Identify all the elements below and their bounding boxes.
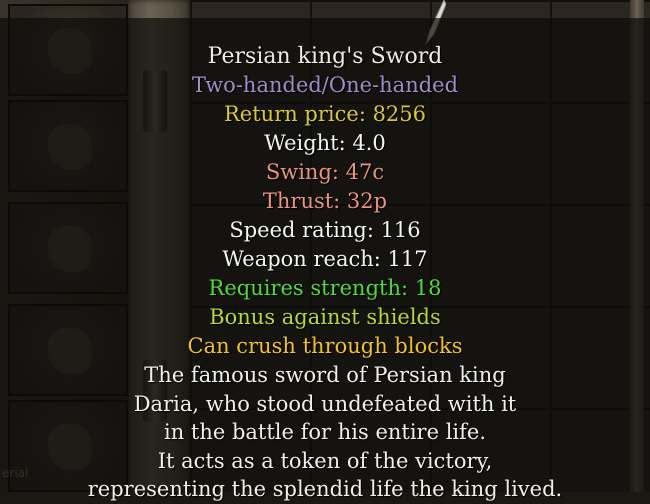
description-line: representing the splendid life the king … <box>87 477 563 501</box>
tooltip-lines: Persian king's Sword Two-handed/One-hand… <box>0 42 650 504</box>
description-line: Daria, who stood undefeated with it <box>133 391 517 416</box>
return-price: Return price: 8256 <box>223 102 427 126</box>
description-line: The famous sword of Persian king <box>144 363 506 387</box>
bonus-against-shields: Bonus against shields <box>209 305 441 329</box>
description-line: It acts as a token of the victory, <box>157 448 493 473</box>
thrust-stat: Thrust: 32p <box>262 189 388 213</box>
swing-stat: Swing: 47c <box>265 160 385 184</box>
item-type: Two-handed/One-handed <box>191 73 459 97</box>
item-tooltip: Persian king's Sword Two-handed/One-hand… <box>0 18 650 501</box>
weapon-reach-stat: Weapon reach: 117 <box>222 247 428 271</box>
weight-stat: Weight: 4.0 <box>264 131 386 155</box>
speed-rating-stat: Speed rating: 116 <box>229 218 421 242</box>
description-line: in the battle for his entire life. <box>163 420 487 444</box>
strength-requirement: Requires strength: 18 <box>208 276 442 300</box>
crush-through-blocks: Can crush through blocks <box>187 334 463 358</box>
item-name: Persian king's Sword <box>207 44 443 69</box>
